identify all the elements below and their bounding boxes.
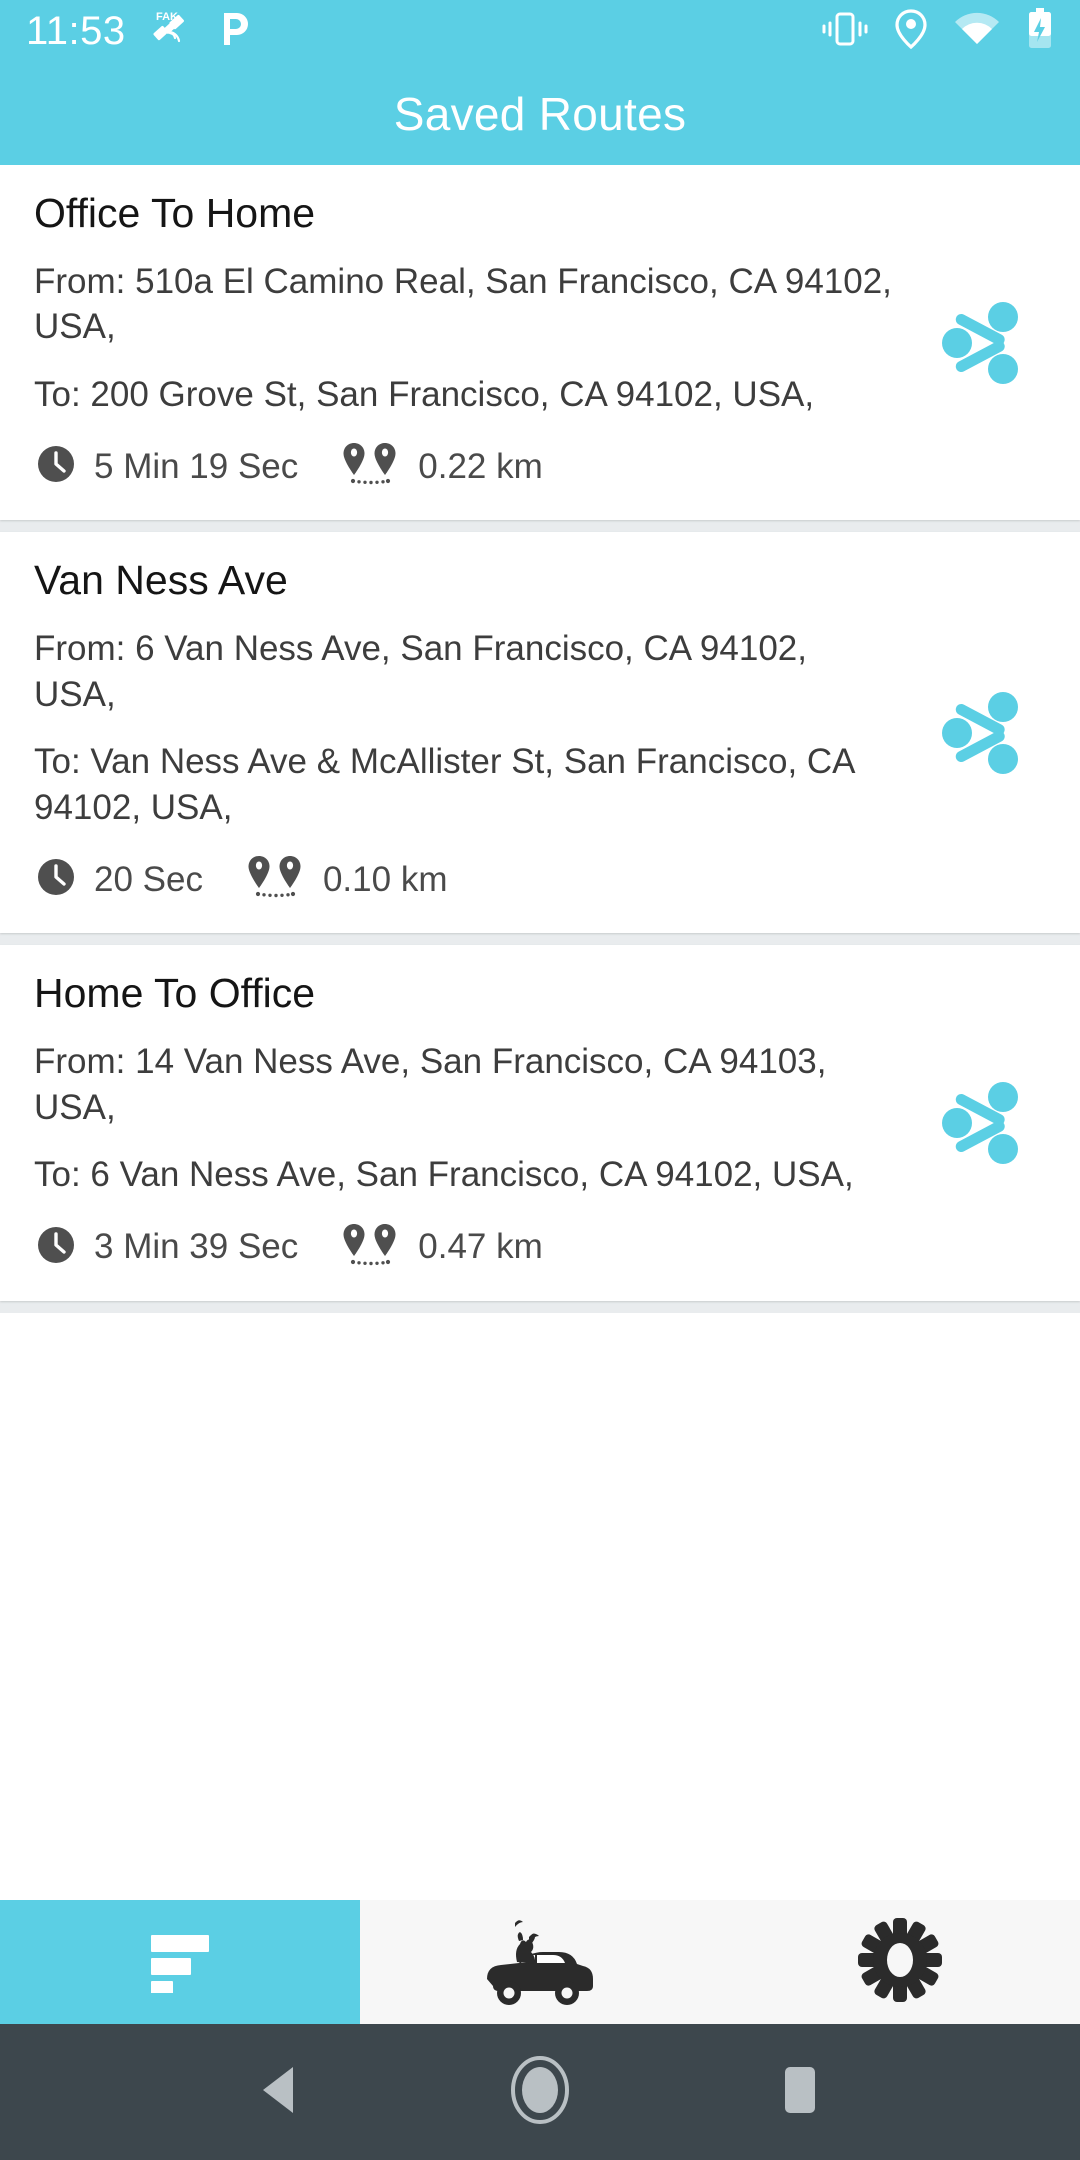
route-card-body: Van Ness Ave From: 6 Van Ness Ave, San F… — [34, 557, 916, 907]
route-meta: 5 Min 19 Sec 0.22 km — [34, 439, 896, 494]
route-duration-group: 5 Min 19 Sec — [34, 442, 298, 491]
fake-gps-satellite-icon: FAK — [148, 7, 192, 56]
tab-drive[interactable] — [360, 1900, 720, 2024]
route-distance-group: 0.47 km — [340, 1220, 543, 1275]
route-card[interactable]: Van Ness Ave From: 6 Van Ness Ave, San F… — [0, 532, 1080, 934]
route-title: Office To Home — [34, 190, 316, 236]
status-bar-left: 11:53 FAK — [26, 7, 254, 56]
route-pins-icon — [245, 852, 307, 907]
share-button[interactable] — [916, 685, 1046, 781]
clock-icon — [34, 855, 78, 904]
route-meta: 3 Min 39 Sec 0.47 km — [34, 1220, 896, 1275]
route-distance: 0.47 km — [418, 1227, 543, 1267]
route-to-address: To: Van Ness Ave & McAllister St, San Fr… — [34, 742, 854, 827]
wifi-icon — [954, 11, 1000, 52]
clock-icon — [34, 1223, 78, 1272]
battery-charging-icon — [1026, 7, 1054, 56]
list-sort-icon — [137, 1927, 223, 1998]
page-title: Saved Routes — [393, 87, 687, 140]
nav-recents-button[interactable] — [740, 2032, 860, 2152]
share-icon — [942, 301, 1018, 384]
route-from-address: From: 510a El Camino Real, San Francisco… — [34, 261, 892, 347]
route-distance-group: 0.10 km — [245, 852, 448, 907]
route-distance-group: 0.22 km — [340, 439, 543, 494]
route-pins-icon — [340, 439, 402, 494]
app-bar: Saved Routes — [0, 62, 1080, 165]
phone-screen: 11:53 FAK Saved Routes Office To Home Fr… — [0, 0, 1080, 2160]
route-distance: 0.10 km — [322, 859, 448, 899]
route-card[interactable]: Home To Office From: 14 Van Ness Ave, Sa… — [0, 945, 1080, 1301]
route-to-address: To: 200 Grove St, San Francisco, CA 9410… — [34, 374, 815, 414]
route-duration: 3 Min 39 Sec — [94, 1227, 299, 1267]
route-from-address: From: 6 Van Ness Ave, San Francisco, CA … — [34, 629, 807, 714]
gear-icon — [857, 1917, 943, 2008]
back-triangle-icon — [249, 2059, 311, 2126]
route-to-address: To: 6 Van Ness Ave, San Francisco, CA 94… — [34, 1155, 854, 1195]
share-button[interactable] — [916, 1075, 1046, 1171]
route-pins-icon — [340, 1220, 402, 1275]
nav-back-button[interactable] — [220, 2032, 340, 2152]
clock-icon — [34, 442, 78, 491]
status-bar: 11:53 FAK — [0, 0, 1080, 62]
route-card-body: Office To Home From: 510a El Camino Real… — [34, 190, 916, 494]
route-card-body: Home To Office From: 14 Van Ness Ave, Sa… — [34, 970, 916, 1275]
route-distance: 0.22 km — [418, 446, 543, 486]
route-duration-group: 3 Min 39 Sec — [34, 1223, 298, 1272]
route-duration-group: 20 Sec — [34, 855, 203, 904]
vibrate-icon — [822, 9, 868, 54]
android-navigation-bar — [0, 2024, 1080, 2160]
p-app-icon — [214, 7, 254, 56]
bottom-tab-bar — [0, 1900, 1080, 2024]
route-from-address: From: 14 Van Ness Ave, San Francisco, CA… — [34, 1042, 827, 1127]
status-bar-right — [822, 7, 1054, 56]
share-icon — [942, 691, 1018, 774]
nav-home-button[interactable] — [480, 2032, 600, 2152]
home-circle-icon — [504, 2054, 576, 2131]
route-title: Home To Office — [34, 970, 316, 1017]
route-duration: 20 Sec — [94, 859, 203, 899]
location-pin-icon — [894, 8, 928, 55]
saved-routes-list[interactable]: Office To Home From: 510a El Camino Real… — [0, 165, 1080, 1900]
recents-square-icon — [771, 2059, 829, 2126]
car-with-dog-icon — [475, 1905, 605, 2020]
route-title: Van Ness Ave — [34, 557, 288, 604]
route-card[interactable]: Office To Home From: 510a El Camino Real… — [0, 165, 1080, 521]
tab-settings[interactable] — [720, 1900, 1080, 2024]
tab-saved-routes[interactable] — [0, 1900, 360, 2024]
share-button[interactable] — [916, 295, 1046, 391]
status-clock: 11:53 — [26, 9, 126, 53]
list-empty-space — [0, 1312, 1080, 1900]
share-icon — [942, 1082, 1018, 1165]
route-duration: 5 Min 19 Sec — [94, 446, 299, 486]
route-meta: 20 Sec 0.10 km — [34, 852, 896, 907]
